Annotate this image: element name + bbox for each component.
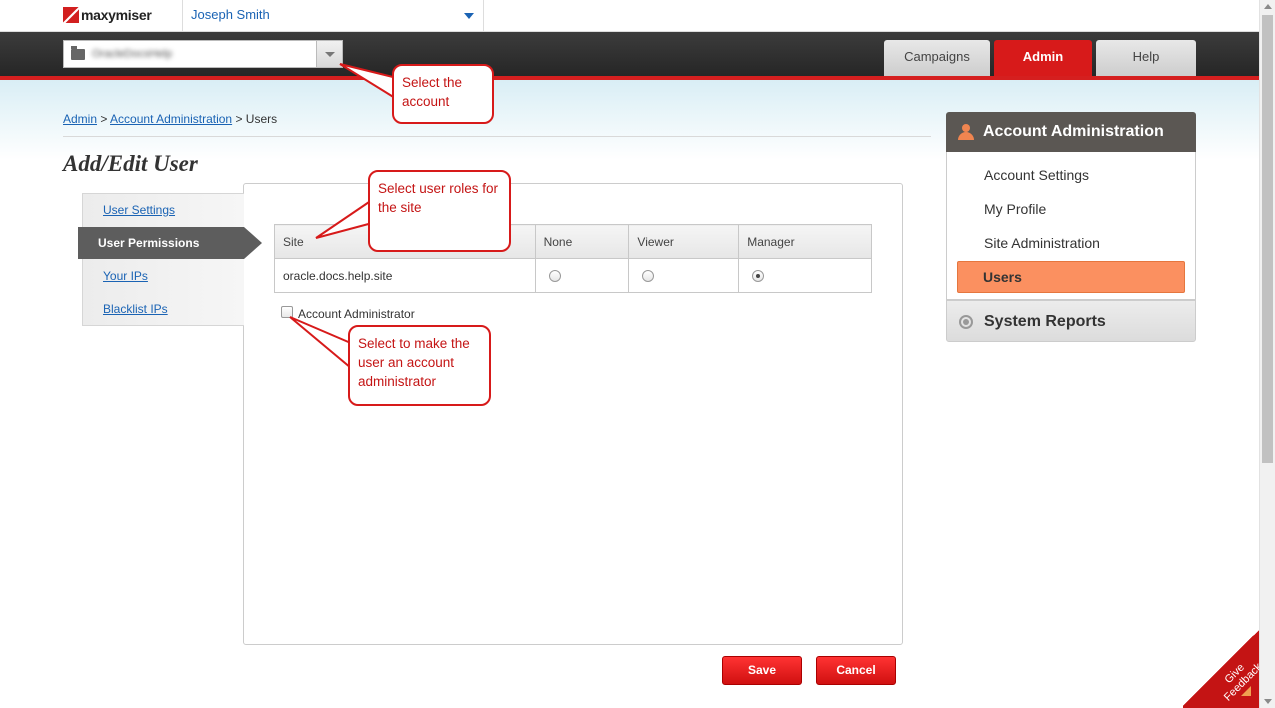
feedback-corner-icon <box>1241 686 1251 696</box>
role-none-radio[interactable] <box>548 270 561 283</box>
tab-blacklist-ips[interactable]: Blacklist IPs <box>103 302 168 316</box>
column-header-viewer: Viewer <box>628 224 740 259</box>
logo-icon <box>63 7 79 23</box>
user-tabs: User Settings Your IPs Blacklist IPs <box>82 193 244 326</box>
breadcrumb-current: Users <box>245 112 278 126</box>
save-button[interactable]: Save <box>722 656 802 685</box>
chevron-down-icon <box>464 13 474 19</box>
maxymiser-logo[interactable]: maxymiser <box>63 6 152 24</box>
cancel-button[interactable]: Cancel <box>816 656 896 685</box>
tab-campaigns[interactable]: Campaigns <box>884 40 990 76</box>
role-viewer-radio[interactable] <box>642 270 655 283</box>
breadcrumb: Admin > Account Administration > Users <box>63 112 277 126</box>
callout-account-admin: Select to make the user an account admin… <box>348 325 491 406</box>
sidebar-item-site-administration[interactable]: Site Administration <box>984 235 1100 251</box>
account-select-value: OracleDocsHelp <box>92 48 173 60</box>
folder-icon <box>71 46 85 60</box>
scroll-down-icon[interactable] <box>1264 699 1272 704</box>
page-title: Add/Edit User <box>63 151 198 176</box>
tab-your-ips[interactable]: Your IPs <box>103 269 148 283</box>
sidebar-header: Account Administration <box>946 112 1196 159</box>
divider <box>63 136 931 137</box>
column-header-none: None <box>534 224 630 259</box>
tab-user-settings[interactable]: User Settings <box>103 203 175 217</box>
breadcrumb-admin-link[interactable]: Admin <box>63 112 97 126</box>
sidebar-item-account-settings[interactable]: Account Settings <box>984 167 1089 183</box>
breadcrumb-separator: > <box>100 112 111 126</box>
column-header-manager: Manager <box>738 224 872 259</box>
role-manager-radio[interactable] <box>752 270 765 283</box>
breadcrumb-separator: > <box>235 112 246 126</box>
table-row: oracle.docs.help.site <box>274 258 872 293</box>
scroll-up-icon[interactable] <box>1264 4 1272 9</box>
tab-help[interactable]: Help <box>1096 40 1196 76</box>
role-manager-cell <box>738 258 872 293</box>
tab-admin[interactable]: Admin <box>994 40 1092 76</box>
scroll-thumb[interactable] <box>1262 15 1273 463</box>
callout-select-roles: Select user roles for the site <box>368 170 511 252</box>
brand-name: maxymiser <box>81 7 152 23</box>
breadcrumb-account-administration-link[interactable]: Account Administration <box>110 112 232 126</box>
give-feedback-button[interactable]: Give Feedback <box>1183 628 1265 708</box>
sidebar-item-users[interactable]: Users <box>957 261 1185 293</box>
person-icon <box>958 124 974 140</box>
sidebar-item-my-profile[interactable]: My Profile <box>984 201 1046 217</box>
user-name: Joseph Smith <box>191 7 270 22</box>
role-none-cell <box>534 258 630 293</box>
role-viewer-cell <box>628 258 740 293</box>
user-dropdown[interactable]: Joseph Smith <box>182 0 484 32</box>
callout-select-account: Select the account <box>392 64 494 124</box>
page-scrollbar[interactable] <box>1259 0 1275 708</box>
sidebar-system-reports[interactable]: System Reports <box>946 300 1196 342</box>
reports-icon <box>959 315 973 329</box>
top-bar: maxymiser Joseph Smith <box>0 0 1259 32</box>
sidebar-title: Account Administration <box>983 123 1164 140</box>
system-reports-label: System Reports <box>984 313 1106 330</box>
tab-user-permissions[interactable]: User Permissions <box>78 227 262 259</box>
account-select[interactable]: OracleDocsHelp <box>63 40 343 68</box>
site-name-cell: oracle.docs.help.site <box>274 258 536 293</box>
